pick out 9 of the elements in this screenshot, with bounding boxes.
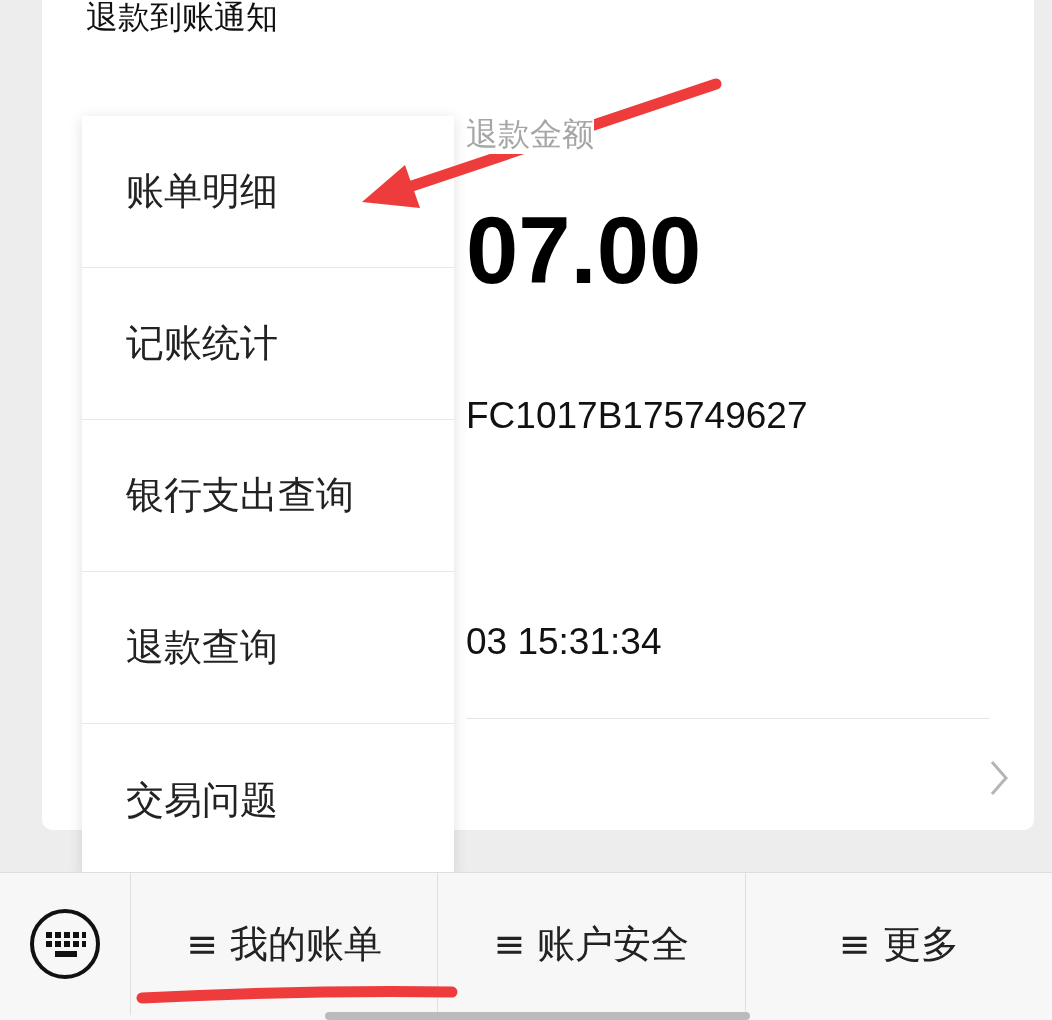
- keyboard-icon[interactable]: [29, 908, 101, 980]
- field-value: 03 15:31:34: [466, 620, 663, 664]
- refund-amount: 07.00: [466, 197, 703, 305]
- menu-item[interactable]: 银行支出查询: [82, 420, 454, 572]
- notification-title: 退款到账通知: [85, 0, 279, 34]
- field-value: FC1017B175749627: [466, 394, 809, 438]
- menu-item[interactable]: 退款查询: [82, 572, 454, 724]
- menu-item[interactable]: 记账统计: [82, 268, 454, 420]
- menu-item[interactable]: 账单明细: [82, 116, 454, 268]
